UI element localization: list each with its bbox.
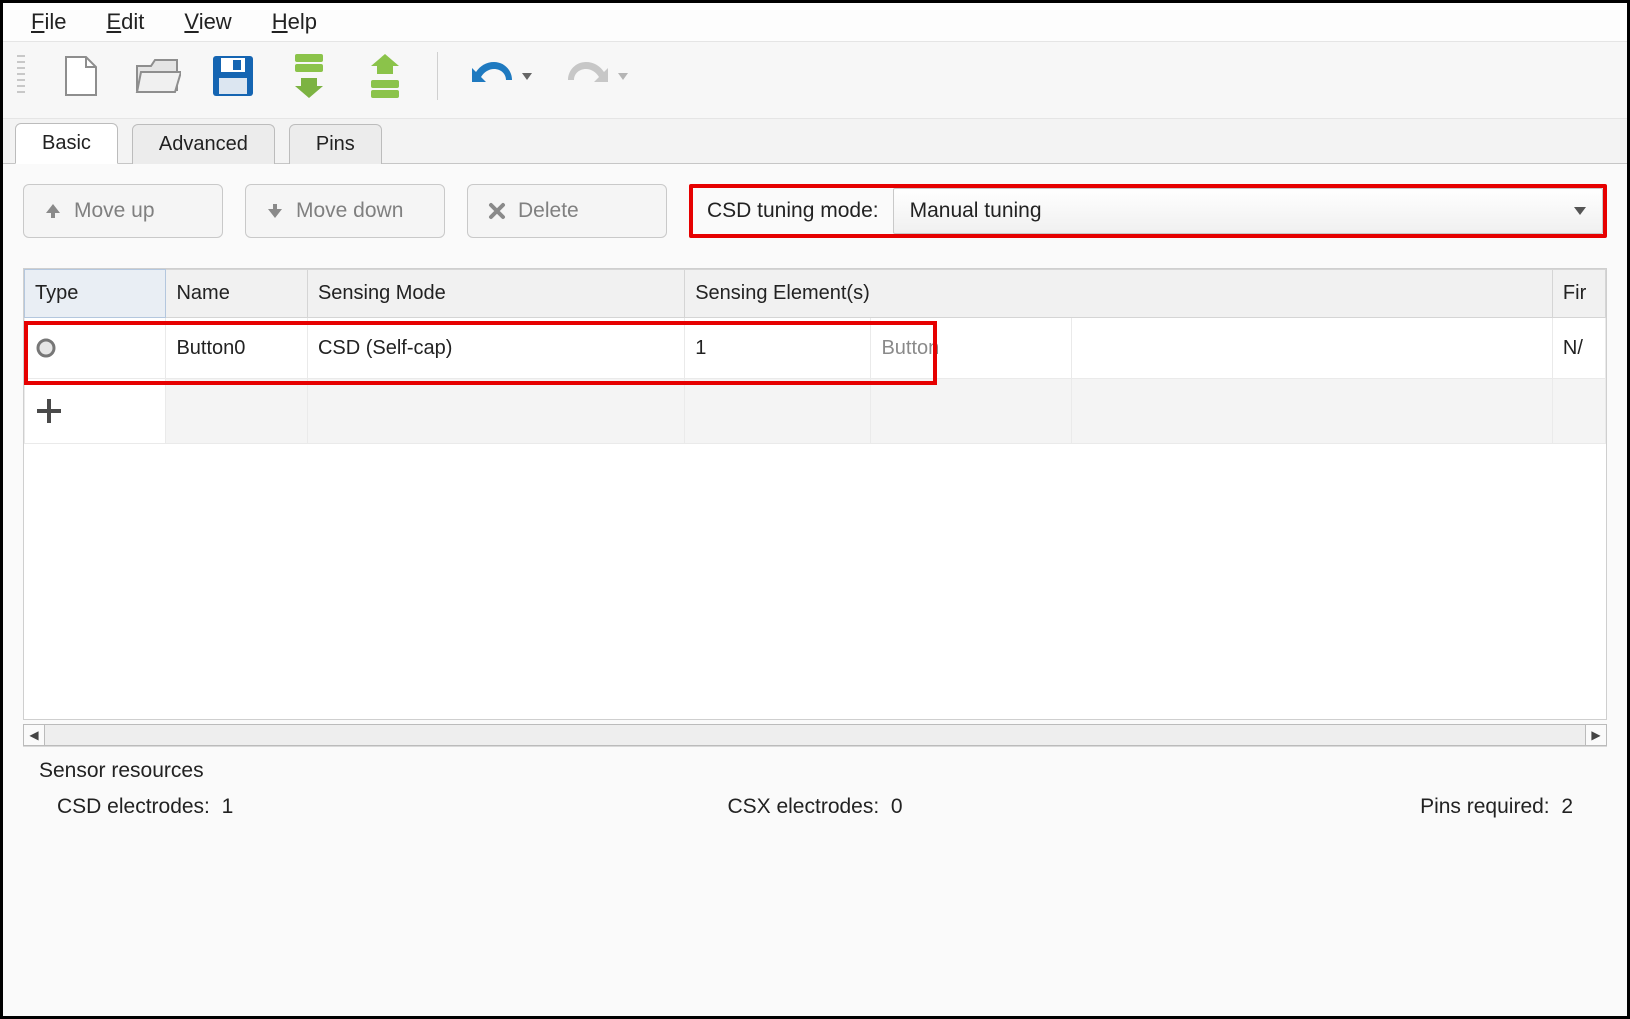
move-down-button[interactable]: Move down (245, 184, 445, 238)
cell-fir[interactable]: N/ (1552, 318, 1605, 379)
cell-sens-kind: Button (871, 318, 1071, 379)
menu-help[interactable]: HelpHelp (272, 9, 317, 35)
move-up-label: Move up (74, 199, 155, 223)
plus-icon (35, 397, 63, 425)
tab-pins-label: Pins (316, 133, 355, 155)
actions-row: Move up Move down Delete CSD tuning mode… (23, 184, 1607, 238)
csd-tuning-label: CSD tuning mode: (693, 188, 893, 234)
tab-basic-label: Basic (42, 132, 91, 154)
undo-button[interactable] (466, 52, 534, 100)
tab-advanced-label: Advanced (159, 133, 248, 155)
delete-label: Delete (518, 199, 579, 223)
pins-required-label: Pins required: (1420, 795, 1550, 818)
tab-basic-page: Move up Move down Delete CSD tuning mode… (3, 164, 1627, 1016)
col-name-header[interactable]: Name (166, 270, 307, 318)
cell-sens-pad (1071, 318, 1552, 379)
scroll-left-icon[interactable]: ◀ (23, 724, 45, 746)
cell-sens-count[interactable]: 1 (685, 318, 871, 379)
menubar: FFileile EditEdit ViewView HelpHelp (3, 3, 1627, 42)
col-mode-header[interactable]: Sensing Mode (307, 270, 684, 318)
col-sens-header[interactable]: Sensing Element(s) (685, 270, 1553, 318)
toolbar (3, 42, 1627, 119)
move-up-button[interactable]: Move up (23, 184, 223, 238)
tab-basic[interactable]: Basic (15, 123, 118, 164)
cell-name[interactable]: Button0 (166, 318, 307, 379)
col-type-header[interactable]: Type (25, 270, 166, 318)
menu-file[interactable]: FFileile (31, 9, 66, 35)
csd-tuning-value: Manual tuning (910, 199, 1042, 223)
move-down-label: Move down (296, 199, 403, 223)
redo-button[interactable] (562, 52, 630, 100)
grip-icon (17, 55, 25, 97)
chevron-down-icon (618, 73, 628, 80)
csd-tuning-select[interactable]: Manual tuning (893, 188, 1603, 234)
chevron-down-icon (1574, 207, 1586, 215)
delete-button[interactable]: Delete (467, 184, 667, 238)
add-widget-row[interactable] (25, 379, 1606, 444)
col-fir-header[interactable]: Fir (1552, 270, 1605, 318)
menu-edit[interactable]: EditEdit (106, 9, 144, 35)
csd-electrodes-value: 1 (222, 795, 234, 818)
csd-electrodes-label: CSD electrodes: (57, 795, 210, 818)
open-file-button[interactable] (133, 52, 181, 100)
scroll-right-icon[interactable]: ▶ (1585, 724, 1607, 746)
scroll-track[interactable] (45, 724, 1585, 746)
sensor-resources-title: Sensor resources (39, 759, 1591, 783)
sensor-resources: Sensor resources CSD electrodes: 1 CSX e… (23, 746, 1607, 835)
add-widget-cell[interactable] (25, 379, 166, 444)
table-row[interactable]: Button0 CSD (Self-cap) 1 Button N/ (25, 318, 1606, 379)
toolbar-separator (437, 52, 438, 100)
new-file-button[interactable] (57, 52, 105, 100)
menu-view[interactable]: ViewView (184, 9, 231, 35)
tab-pins[interactable]: Pins (289, 124, 382, 164)
button-widget-icon (35, 337, 57, 359)
save-button[interactable] (209, 52, 257, 100)
pins-required-value: 2 (1561, 795, 1573, 818)
x-icon (488, 202, 506, 220)
tabstrip: Basic Advanced Pins (3, 119, 1627, 164)
download-button[interactable] (285, 52, 333, 100)
h-scrollbar[interactable]: ◀ ▶ (23, 724, 1607, 746)
tab-advanced[interactable]: Advanced (132, 124, 275, 164)
csx-electrodes-value: 0 (891, 795, 903, 818)
csx-electrodes-label: CSX electrodes: (727, 795, 879, 818)
arrow-down-icon (266, 202, 284, 220)
csd-tuning-group: CSD tuning mode: Manual tuning (689, 184, 1607, 238)
arrow-up-icon (44, 202, 62, 220)
upload-button[interactable] (361, 52, 409, 100)
widgets-table: Type Name Sensing Mode Sensing Element(s… (23, 268, 1607, 720)
cell-mode[interactable]: CSD (Self-cap) (307, 318, 684, 379)
chevron-down-icon (522, 73, 532, 80)
cell-type[interactable] (25, 318, 166, 379)
